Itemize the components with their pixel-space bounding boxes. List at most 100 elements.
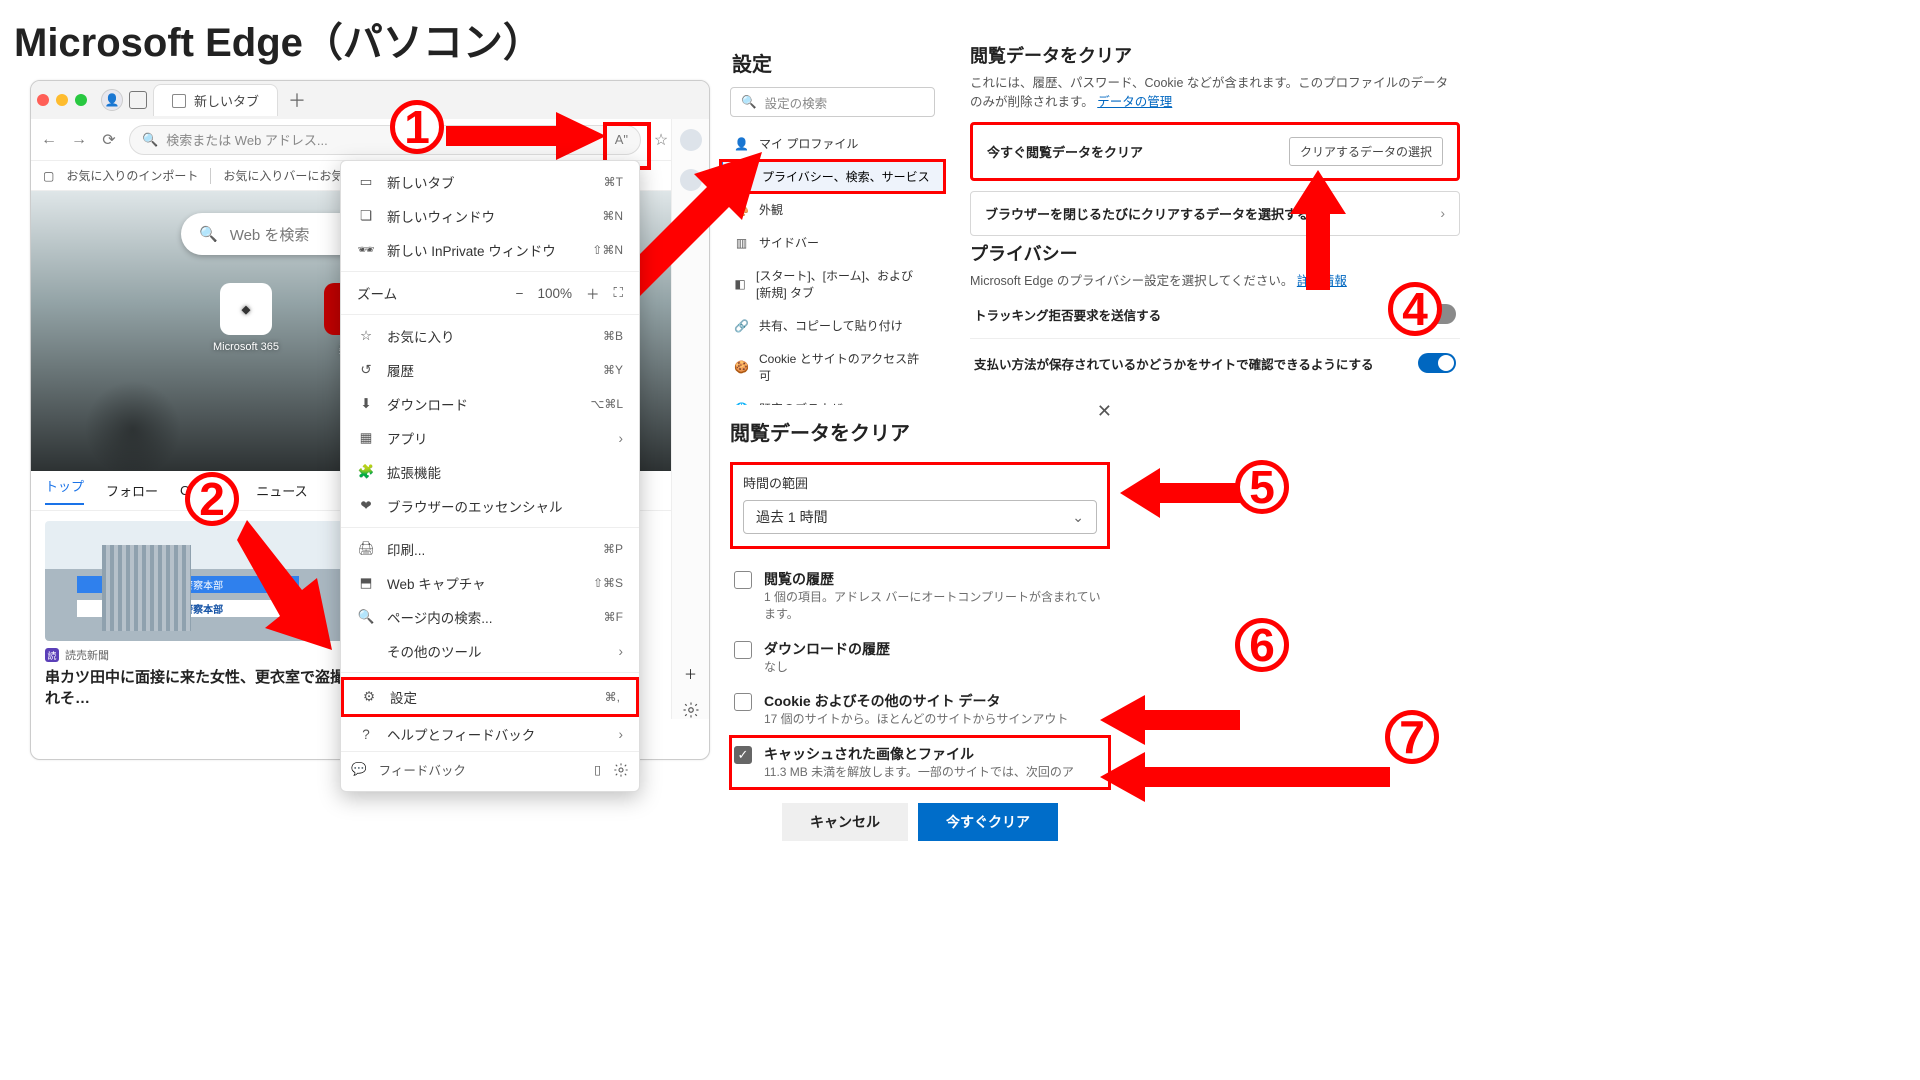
- zoom-label: ズーム: [357, 283, 397, 303]
- tile-ms365[interactable]: ◆Microsoft 365: [211, 283, 281, 357]
- shortcut: ⌘F: [604, 610, 623, 624]
- minimize-icon[interactable]: [56, 94, 68, 106]
- time-range-select[interactable]: 過去 1 時間 ⌄: [743, 500, 1097, 534]
- menu-item[interactable]: ?ヘルプとフィードバック›: [341, 717, 639, 751]
- feed-tab-chatgpt[interactable]: ChatGPT: [180, 483, 234, 498]
- menu-item[interactable]: 🧩拡張機能: [341, 455, 639, 489]
- menu-item[interactable]: その他のツール›: [341, 634, 639, 668]
- clear-data-dialog: ✕ 閲覧データをクリア 時間の範囲 過去 1 時間 ⌄ 閲覧の履歴1 個の項目。…: [730, 405, 1110, 841]
- outlook-icon[interactable]: [680, 209, 702, 231]
- clear-on-close-row[interactable]: ブラウザーを閉じるたびにクリアするデータを選択する ›: [970, 191, 1460, 236]
- clear-option[interactable]: ダウンロードの履歴なし: [730, 631, 1110, 684]
- fullscreen-icon[interactable]: ⛶: [614, 285, 623, 301]
- menu-item[interactable]: ↺履歴⌘Y: [341, 353, 639, 387]
- menu-item[interactable]: ⬇ダウンロード⌥⌘L: [341, 387, 639, 421]
- choose-data-button[interactable]: クリアするデータの選択: [1289, 137, 1443, 166]
- star-icon: ☆: [357, 328, 375, 344]
- import-favorites-link[interactable]: お気に入りのインポート: [66, 167, 198, 184]
- menu-item[interactable]: ▭新しいタブ⌘T: [341, 165, 639, 199]
- mac-traffic-lights[interactable]: [37, 94, 87, 106]
- clear-option[interactable]: ✓ キャッシュされた画像とファイル11.3 MB 未満を解放します。一部のサイト…: [730, 736, 1110, 789]
- page-heading: Microsoft Edge（パソコン）: [14, 10, 1910, 68]
- read-aloud-icon[interactable]: A": [615, 132, 628, 147]
- copilot-icon[interactable]: [680, 129, 702, 151]
- payments-toggle-row[interactable]: 支払い方法が保存されているかどうかをサイトで確認できるようにする: [970, 339, 1460, 387]
- settings-icon: ▥: [734, 236, 749, 250]
- workspaces-icon[interactable]: [129, 91, 147, 109]
- checkbox[interactable]: [734, 571, 752, 589]
- dnt-toggle-row[interactable]: トラッキング拒否要求を送信する: [970, 290, 1460, 339]
- feedback-icon[interactable]: 💬: [351, 762, 367, 777]
- ess-icon: ❤: [357, 498, 375, 514]
- reload-button[interactable]: ⟳: [99, 130, 119, 150]
- checkbox[interactable]: [734, 641, 752, 659]
- clear-option[interactable]: 閲覧の履歴1 個の項目。アドレス バーにオートコンプリートが含まれています。: [730, 561, 1110, 631]
- manage-data-link[interactable]: データの管理: [1097, 95, 1172, 109]
- import-favorites-icon[interactable]: ▢: [43, 169, 54, 183]
- cancel-button[interactable]: キャンセル: [782, 803, 908, 841]
- chevron-right-icon: ›: [619, 431, 624, 446]
- new-tab-button[interactable]: ＋: [284, 87, 310, 113]
- settings-item[interactable]: ◧[スタート]、[ホーム]、および [新規] タブ: [720, 259, 945, 309]
- search-icon: 🔍: [142, 132, 158, 148]
- clear-now-button[interactable]: 今すぐクリア: [918, 803, 1058, 841]
- bing-icon[interactable]: [680, 169, 702, 191]
- menu-item[interactable]: ❏新しいウィンドウ⌘N: [341, 199, 639, 233]
- back-button[interactable]: ←: [39, 131, 59, 149]
- settings-icon: 👤: [734, 137, 749, 151]
- address-bar[interactable]: 🔍 検索または Web アドレス... A": [129, 125, 641, 155]
- overflow-menu: ▭新しいタブ⌘T❏新しいウィンドウ⌘N🕶新しい InPrivate ウィンドウ⇧…: [340, 160, 640, 792]
- shortcut: ⌘T: [604, 175, 623, 189]
- settings-item[interactable]: 🍪Cookie とサイトのアクセス許可: [720, 342, 945, 392]
- menu-item[interactable]: ▦アプリ›: [341, 421, 639, 455]
- shortcut: ⌥⌘L: [590, 397, 623, 411]
- menu-item[interactable]: ☆お気に入り⌘B: [341, 319, 639, 353]
- close-icon[interactable]: [37, 94, 49, 106]
- mobile-icon[interactable]: ▯: [594, 762, 601, 777]
- toggle-off[interactable]: [1418, 304, 1456, 324]
- checkbox[interactable]: ✓: [734, 746, 752, 764]
- settings-item[interactable]: 🔗共有、コピーして貼り付け: [720, 309, 945, 342]
- clear-now-row[interactable]: 今すぐ閲覧データをクリア クリアするデータの選択: [970, 122, 1460, 181]
- source-logo-icon: 読: [45, 648, 59, 662]
- toggle-on[interactable]: [1418, 353, 1456, 373]
- news-thumb: 愛知県警察本部 愛知県警察本部: [45, 521, 363, 641]
- feed-tab-news[interactable]: ニュース: [256, 481, 307, 500]
- arrow-icon: [1100, 695, 1240, 745]
- favorite-star-icon[interactable]: ☆: [651, 130, 671, 150]
- news-card[interactable]: 愛知県警察本部 愛知県警察本部 読読売新聞 串カツ田中に面接に来た女性、更衣室で…: [45, 521, 363, 709]
- feed-tab-top[interactable]: トップ: [45, 476, 84, 505]
- tab-new[interactable]: 新しいタブ: [153, 84, 278, 116]
- menu-item[interactable]: 🖨印刷...⌘P: [341, 532, 639, 566]
- address-placeholder: 検索または Web アドレス...: [166, 130, 328, 149]
- menu-item[interactable]: ⚙設定⌘,: [341, 677, 639, 717]
- settings-search[interactable]: 🔍 設定の検索: [730, 87, 935, 117]
- cbd-note: これには、履歴、パスワード、Cookie などが含まれます。このプロファイルのデ…: [970, 74, 1460, 112]
- menu-item[interactable]: ⬒Web キャプチャ⇧⌘S: [341, 566, 639, 600]
- zoom-in-button[interactable]: ＋: [586, 283, 600, 303]
- shortcut: ⌘N: [602, 209, 623, 223]
- menu-item[interactable]: ❤ブラウザーのエッセンシャル: [341, 489, 639, 523]
- menu-item[interactable]: 🕶新しい InPrivate ウィンドウ⇧⌘N: [341, 233, 639, 267]
- maximize-icon[interactable]: [75, 94, 87, 106]
- shortcut: ⇧⌘N: [592, 243, 623, 257]
- settings-item[interactable]: ▥サイドバー: [720, 226, 945, 259]
- settings-icon: 🔒: [737, 170, 752, 184]
- menu-item[interactable]: 🔍ページ内の検索...⌘F: [341, 600, 639, 634]
- settings-item[interactable]: 🔒プライバシー、検索、サービス: [720, 160, 945, 193]
- app-launcher-icon[interactable]: [45, 205, 71, 231]
- gear-icon[interactable]: [682, 701, 700, 719]
- shortcut: ⌘B: [603, 329, 623, 343]
- profile-avatar[interactable]: 👤: [101, 89, 123, 111]
- clear-option[interactable]: Cookie およびその他のサイト データ17 個のサイトから。ほとんどのサイト…: [730, 683, 1110, 736]
- checkbox[interactable]: [734, 693, 752, 711]
- settings-item[interactable]: 🎨外観: [720, 193, 945, 226]
- forward-button[interactable]: →: [69, 131, 89, 149]
- gear-icon[interactable]: [613, 762, 629, 778]
- close-icon[interactable]: ✕: [1097, 401, 1112, 422]
- privacy-more-link[interactable]: 詳細情報: [1297, 274, 1347, 288]
- shortcut: ⇧⌘S: [593, 576, 623, 590]
- feed-tab-follow[interactable]: フォロー: [106, 481, 158, 500]
- zoom-out-button[interactable]: −: [516, 286, 524, 301]
- settings-item[interactable]: 👤マイ プロファイル: [720, 127, 945, 160]
